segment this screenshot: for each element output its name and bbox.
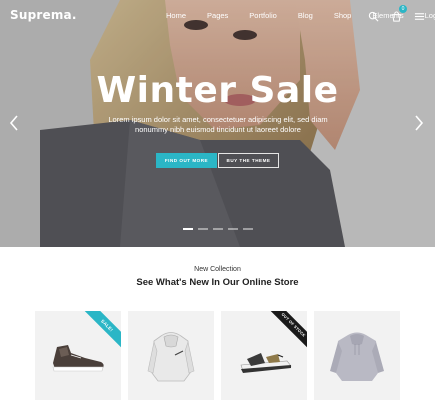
header-utilities: 0: [368, 5, 425, 22]
section-kicker: New Collection: [194, 266, 241, 273]
buy-the-theme-button[interactable]: BUY THE THEME: [218, 153, 279, 168]
find-out-more-button[interactable]: FIND OUT MORE: [156, 153, 217, 168]
menu-icon[interactable]: [414, 9, 425, 20]
nav-portfolio[interactable]: Portfolio: [249, 11, 277, 20]
hero-title: Winter Sale: [96, 70, 339, 111]
badge-wrap: SALE!: [77, 311, 121, 355]
chevron-right-icon[interactable]: [414, 115, 424, 131]
search-icon[interactable]: [368, 9, 379, 22]
hoodie-image: [147, 332, 195, 382]
chevron-left-icon[interactable]: [9, 115, 19, 131]
badge-wrap: OUT OF STOCK: [263, 311, 307, 355]
slider-dot-5[interactable]: [243, 228, 253, 230]
nav-home[interactable]: Home: [166, 11, 186, 20]
slider-dot-1[interactable]: [183, 228, 193, 230]
site-logo[interactable]: Suprema.: [10, 8, 77, 22]
section-title: See What's New In Our Online Store: [136, 277, 299, 288]
nav-blog[interactable]: Blog: [298, 11, 313, 20]
slider-dot-2[interactable]: [198, 228, 208, 230]
product-grid: SALE! OUT OF STOCK: [35, 311, 400, 400]
nav-shop[interactable]: Shop: [334, 11, 352, 20]
slider-dot-4[interactable]: [228, 228, 238, 230]
product-card-sweatshirt[interactable]: [314, 311, 400, 400]
nav-login[interactable]: Login: [425, 11, 435, 20]
nav-pages[interactable]: Pages: [207, 11, 228, 20]
product-card-hoodie[interactable]: [128, 311, 214, 400]
slider-pagination: [183, 228, 253, 230]
product-card-sandal[interactable]: OUT OF STOCK: [221, 311, 307, 400]
product-card-sneaker[interactable]: SALE!: [35, 311, 121, 400]
site-header: Suprema. Home Pages Portfolio Blog Shop …: [0, 0, 435, 32]
cart-count-badge: 0: [399, 5, 407, 13]
sweatshirt-image: [330, 332, 384, 381]
hero-slider: Suprema. Home Pages Portfolio Blog Shop …: [0, 0, 435, 247]
hero-subtitle: Lorem ipsum dolor sit amet, consectetuer…: [108, 115, 328, 134]
cart-icon[interactable]: 0: [391, 5, 407, 22]
sale-badge: SALE!: [79, 311, 121, 353]
out-of-stock-badge: OUT OF STOCK: [265, 311, 307, 353]
slider-dot-3[interactable]: [213, 228, 223, 230]
